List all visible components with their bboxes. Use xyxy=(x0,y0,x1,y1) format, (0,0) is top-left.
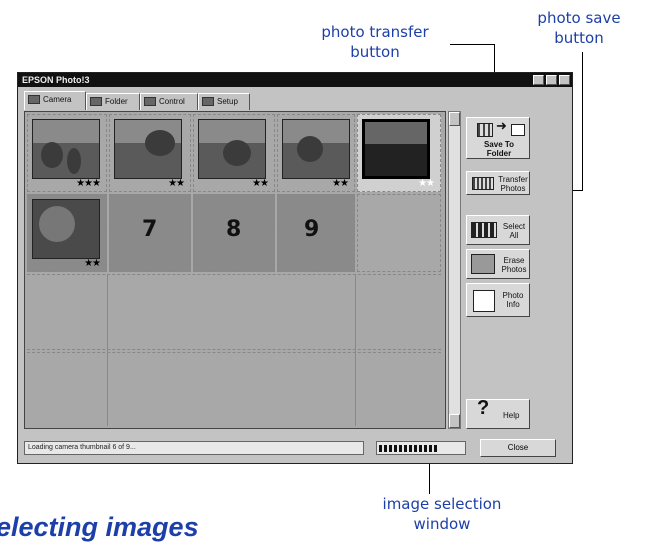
rating-stars: ★★ xyxy=(168,178,185,189)
tab-label: Folder xyxy=(105,97,128,106)
rating-stars: ★★★ xyxy=(76,178,101,189)
setup-icon xyxy=(202,97,214,106)
photo-thumbnail xyxy=(32,119,100,179)
image-selection-window[interactable]: ★★★ ★★ ★★ ★★ ★★ ★★ 7 8 9 xyxy=(24,111,446,429)
control-icon xyxy=(144,97,156,106)
placeholder-cell[interactable]: 7 xyxy=(109,194,191,272)
column-divider xyxy=(107,274,108,426)
app-window: EPSON Photo!3 Camera Folder Control Setu… xyxy=(17,72,573,464)
placeholder-number: 9 xyxy=(304,217,320,242)
button-label: Photo Info xyxy=(502,291,524,309)
progress-bar xyxy=(376,441,466,455)
scroll-down-arrow[interactable] xyxy=(449,414,460,428)
tab-label: Setup xyxy=(217,97,238,106)
callout-line-2: button xyxy=(350,43,400,61)
photo-thumbnail xyxy=(362,119,430,179)
photo-thumbnail xyxy=(282,119,350,179)
callout-line-1: photo transfer xyxy=(321,23,429,41)
placeholder-cell[interactable]: 8 xyxy=(193,194,275,272)
erase-photos-button[interactable]: Erase Photos xyxy=(466,249,530,279)
save-leader-v xyxy=(582,52,583,190)
tab-control[interactable]: Control xyxy=(140,93,198,110)
camera-icon xyxy=(28,95,40,104)
minimize-button[interactable] xyxy=(533,75,544,85)
column-divider xyxy=(355,274,356,426)
maximize-button[interactable] xyxy=(546,75,557,85)
transfer-icon xyxy=(472,177,494,190)
rating-stars: ★★ xyxy=(84,258,101,269)
erase-icon xyxy=(471,254,495,274)
transfer-leader-h xyxy=(450,44,494,45)
tab-folder[interactable]: Folder xyxy=(86,93,140,110)
title-bar: EPSON Photo!3 xyxy=(18,73,572,87)
empty-row xyxy=(27,274,441,350)
photo-save-callout: photo save button xyxy=(524,8,634,48)
photo-info-button[interactable]: Photo Info xyxy=(466,283,530,317)
placeholder-cell[interactable]: 9 xyxy=(277,194,355,272)
progress-fill xyxy=(379,445,437,452)
question-mark-icon: ? xyxy=(477,397,490,419)
window-title: EPSON Photo!3 xyxy=(22,75,90,85)
thumbnail-cell-selected[interactable]: ★★ xyxy=(357,114,441,192)
thumbnail-cell[interactable]: ★★ xyxy=(27,194,107,272)
button-label: Help xyxy=(503,411,520,420)
photo-thumbnail xyxy=(198,119,266,179)
transfer-photos-button[interactable]: Transfer Photos xyxy=(466,171,530,195)
tab-setup[interactable]: Setup xyxy=(198,93,250,110)
thumbnail-cell[interactable]: ★★ xyxy=(193,114,275,192)
select-all-icon xyxy=(471,222,497,238)
button-label: Transfer Photos xyxy=(498,175,528,193)
empty-cell[interactable] xyxy=(357,194,441,272)
button-label: Erase Photos xyxy=(501,256,527,274)
placeholder-number: 8 xyxy=(226,217,242,242)
empty-row xyxy=(27,352,441,426)
status-bar: Loading camera thumbnail 6 of 9... xyxy=(24,441,364,455)
tab-label: Control xyxy=(159,97,185,106)
tab-label: Camera xyxy=(43,95,72,104)
callout-line-1: photo save xyxy=(537,9,621,27)
save-to-folder-button[interactable]: ➜ Save To Folder xyxy=(466,117,530,159)
rating-stars: ★★ xyxy=(332,178,349,189)
select-all-button[interactable]: Select All xyxy=(466,215,530,245)
callout-line-2: window xyxy=(413,515,471,533)
photo-thumbnail xyxy=(114,119,182,179)
image-selection-callout: image selection window xyxy=(372,494,512,534)
scroll-up-arrow[interactable] xyxy=(449,112,460,126)
tab-camera[interactable]: Camera xyxy=(24,91,86,110)
thumbnail-cell[interactable]: ★★★ xyxy=(27,114,107,192)
folder-icon xyxy=(511,124,525,136)
vertical-scrollbar[interactable] xyxy=(448,111,461,429)
callout-line-2: button xyxy=(554,29,604,47)
thumbnail-cell[interactable]: ★★ xyxy=(277,114,355,192)
grid-icon xyxy=(477,123,493,137)
folder-icon xyxy=(90,97,102,106)
rating-stars: ★★ xyxy=(252,178,269,189)
help-button[interactable]: ? Help xyxy=(466,397,530,429)
callout-line-1: image selection xyxy=(382,495,502,513)
button-label: Select All xyxy=(502,222,526,240)
photo-info-icon xyxy=(473,290,495,312)
photo-transfer-callout: photo transfer button xyxy=(305,22,445,62)
thumbnail-cell[interactable]: ★★ xyxy=(109,114,191,192)
section-heading: electing images xyxy=(0,512,199,542)
placeholder-number: 7 xyxy=(142,217,158,242)
photo-thumbnail xyxy=(32,199,100,259)
close-button[interactable]: Close xyxy=(480,439,556,457)
close-window-button[interactable] xyxy=(559,75,570,85)
arrow-right-icon: ➜ xyxy=(496,118,507,133)
rating-stars: ★★ xyxy=(418,178,435,189)
button-label: Save To Folder xyxy=(483,140,515,158)
